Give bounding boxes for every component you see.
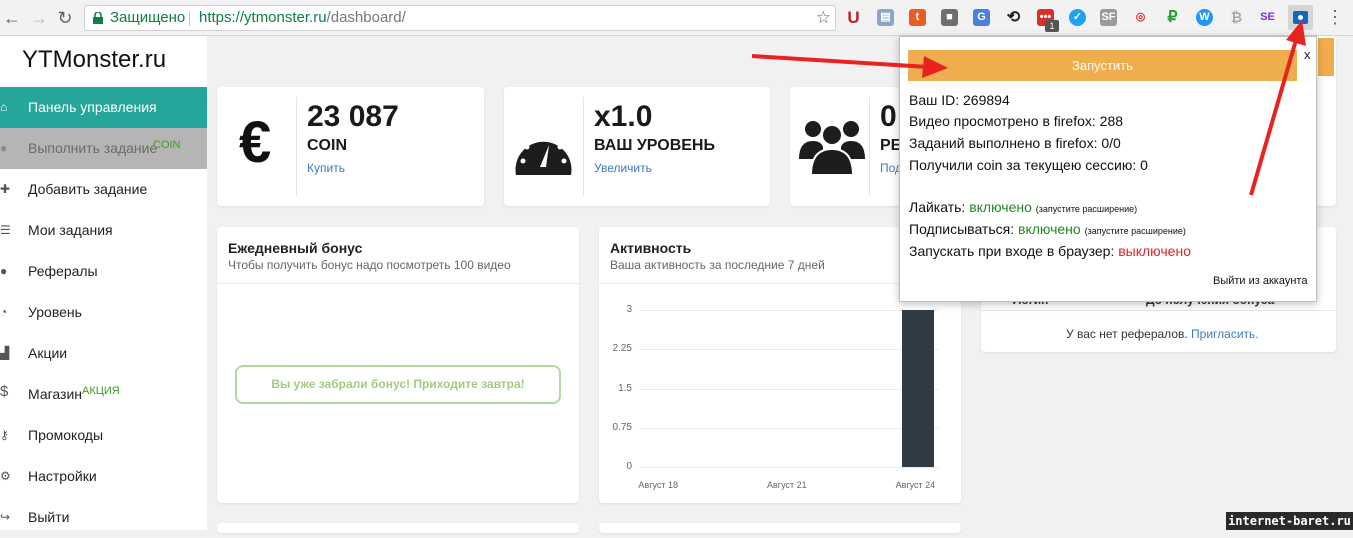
watermark: internet-baret.ru xyxy=(1226,512,1353,530)
arrow-to-launch xyxy=(751,54,929,69)
annotation-arrows xyxy=(751,20,1306,196)
arrowhead-launch xyxy=(922,56,948,78)
arrowhead-extension xyxy=(1286,20,1306,46)
arrow-to-extension xyxy=(1249,39,1298,196)
